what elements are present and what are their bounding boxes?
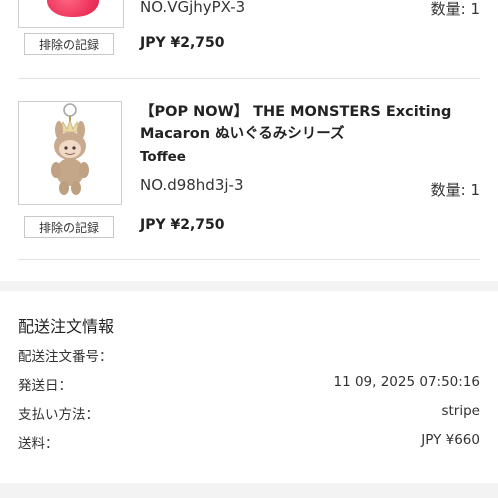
remove-record-button[interactable]: 排除の記録 — [24, 33, 114, 55]
row-label: 発送日： — [18, 378, 72, 394]
divider — [18, 78, 480, 79]
product-price: JPY ¥2,750 — [140, 35, 225, 51]
row-label: 配送注文番号： — [18, 349, 113, 365]
row-value: 11 09, 2025 07:50:16 — [333, 374, 480, 390]
divider — [18, 259, 480, 260]
pink-plush-icon — [47, 0, 99, 17]
shipping-fee-row: 送料： JPY ¥660 — [18, 432, 480, 452]
ship-date-row: 発送日： 11 09, 2025 07:50:16 — [18, 374, 480, 394]
product-image[interactable] — [18, 0, 124, 28]
row-value: stripe — [441, 403, 480, 419]
section-separator — [0, 483, 498, 498]
payment-method-row: 支払い方法： stripe — [18, 403, 480, 423]
order-item: NO.VGjhyPX-3 数量: 1 排除の記録 JPY ¥2,750 — [0, 0, 498, 80]
remove-record-button[interactable]: 排除の記録 — [24, 216, 114, 238]
shipping-info-section: 配送注文情報 配送注文番号： 発送日： 11 09, 2025 07:50:16… — [0, 291, 498, 483]
row-value: JPY ¥660 — [421, 432, 480, 448]
product-sku: NO.d98hd3j-3 — [140, 176, 244, 194]
product-title[interactable]: 【POP NOW】 THE MONSTERS Exciting Macaron … — [140, 101, 480, 145]
product-price: JPY ¥2,750 — [140, 217, 225, 233]
section-separator — [0, 281, 498, 291]
product-quantity: 数量: 1 — [430, 181, 480, 199]
order-detail-page: NO.VGjhyPX-3 数量: 1 排除の記録 JPY ¥2,750 排除の記… — [0, 0, 498, 498]
product-variant: Toffee — [140, 149, 186, 165]
labubu-keychain-icon — [51, 103, 89, 195]
product-sku: NO.VGjhyPX-3 — [140, 0, 246, 16]
shipping-order-number-row: 配送注文番号： — [18, 345, 480, 365]
product-quantity: 数量: 1 — [430, 0, 480, 18]
product-image[interactable] — [18, 101, 122, 205]
row-label: 送料： — [18, 436, 59, 452]
section-title: 配送注文情報 — [18, 317, 115, 336]
row-label: 支払い方法： — [18, 407, 99, 423]
